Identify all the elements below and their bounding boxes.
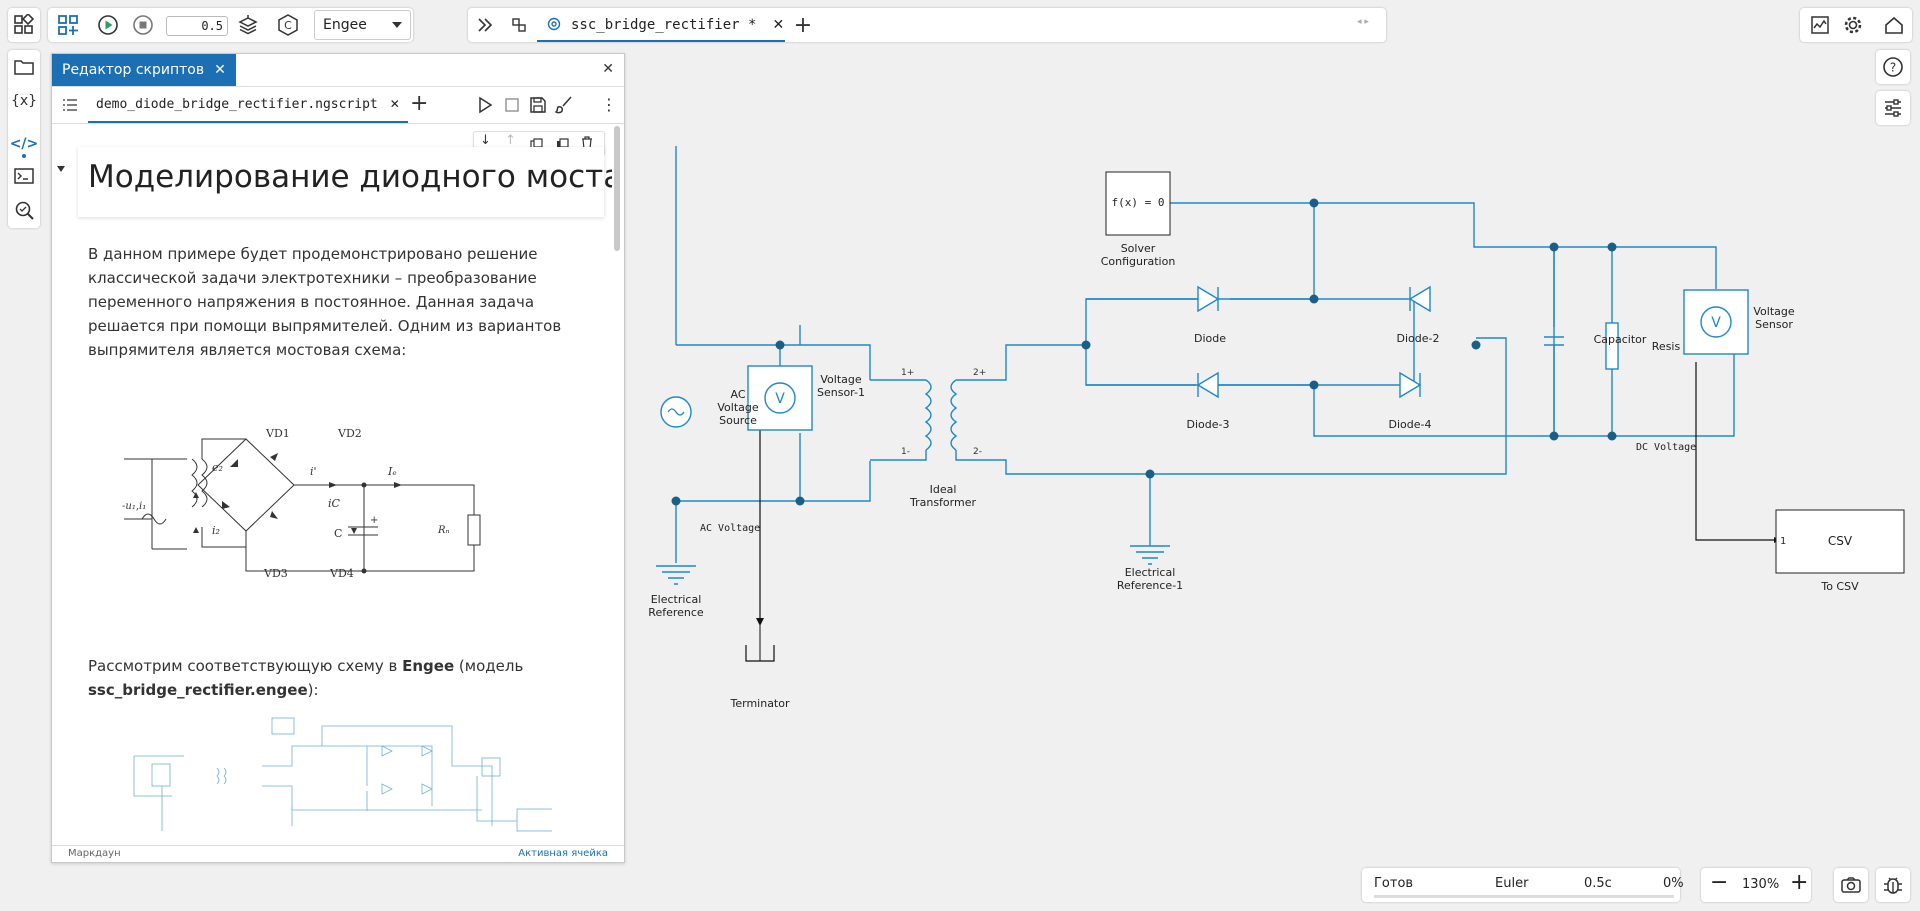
wires [675, 146, 1735, 563]
solver-block-text: f(x) = 0 [1111, 196, 1165, 209]
resistor-label: Resis [1651, 340, 1681, 353]
zoom-out-icon[interactable]: − [1710, 870, 1728, 895]
status-progress: 0% [1663, 876, 1684, 891]
ground-symbols [656, 545, 1170, 585]
diode-label: Diode [1193, 332, 1226, 345]
electrical-reference-label: Electrical Reference [648, 593, 704, 619]
status-time: 0.5с [1584, 876, 1612, 891]
diode-4-label: Diode-4 [1388, 418, 1432, 431]
dc-voltage-signal-label: DC Voltage [1636, 442, 1697, 453]
zoom-in-icon[interactable]: + [1790, 870, 1808, 895]
capacitor-resistor [1544, 322, 1619, 370]
diode-2-label: Diode-2 [1396, 332, 1440, 345]
terminator-label: Terminator [730, 697, 790, 710]
to-csv-block-text: CSV [1827, 534, 1853, 548]
port-1-plus: 1+ [901, 368, 915, 378]
status-state: Готов [1374, 876, 1414, 891]
electrical-reference-1-label: Electrical Reference-1 [1116, 566, 1184, 592]
port-2-plus: 2+ [973, 368, 987, 378]
transformer-label: Ideal Transformer [909, 483, 976, 509]
port-1-minus: 1- [901, 447, 910, 457]
diode-3-label: Diode-3 [1186, 418, 1230, 431]
camera-icon[interactable] [1835, 869, 1867, 901]
svg-text:V: V [1711, 315, 1721, 331]
ac-voltage-signal-label: AC Voltage [700, 523, 761, 534]
ideal-transformer [870, 379, 960, 461]
ac-source-label: AC Voltage Source [717, 388, 759, 427]
voltage-sensor-1-label: Voltage Sensor-1 [817, 373, 865, 399]
to-csv-label: To CSV [1821, 580, 1859, 593]
status-solver: Euler [1495, 876, 1529, 891]
bug-icon[interactable] [1877, 869, 1909, 901]
model-canvas[interactable]: V V [0, 0, 1920, 911]
progress-bar [1374, 895, 1674, 898]
port-2-minus: 2- [973, 447, 982, 457]
svg-text:V: V [775, 391, 785, 407]
to-csv-port: 1 [1780, 536, 1787, 547]
capacitor-label: Capacitor [1593, 333, 1647, 346]
solver-config-label: Solver Configuration [1100, 242, 1176, 268]
voltage-sensor-label: Voltage Sensor [1753, 305, 1795, 331]
zoom-level: 130% [1742, 877, 1780, 892]
